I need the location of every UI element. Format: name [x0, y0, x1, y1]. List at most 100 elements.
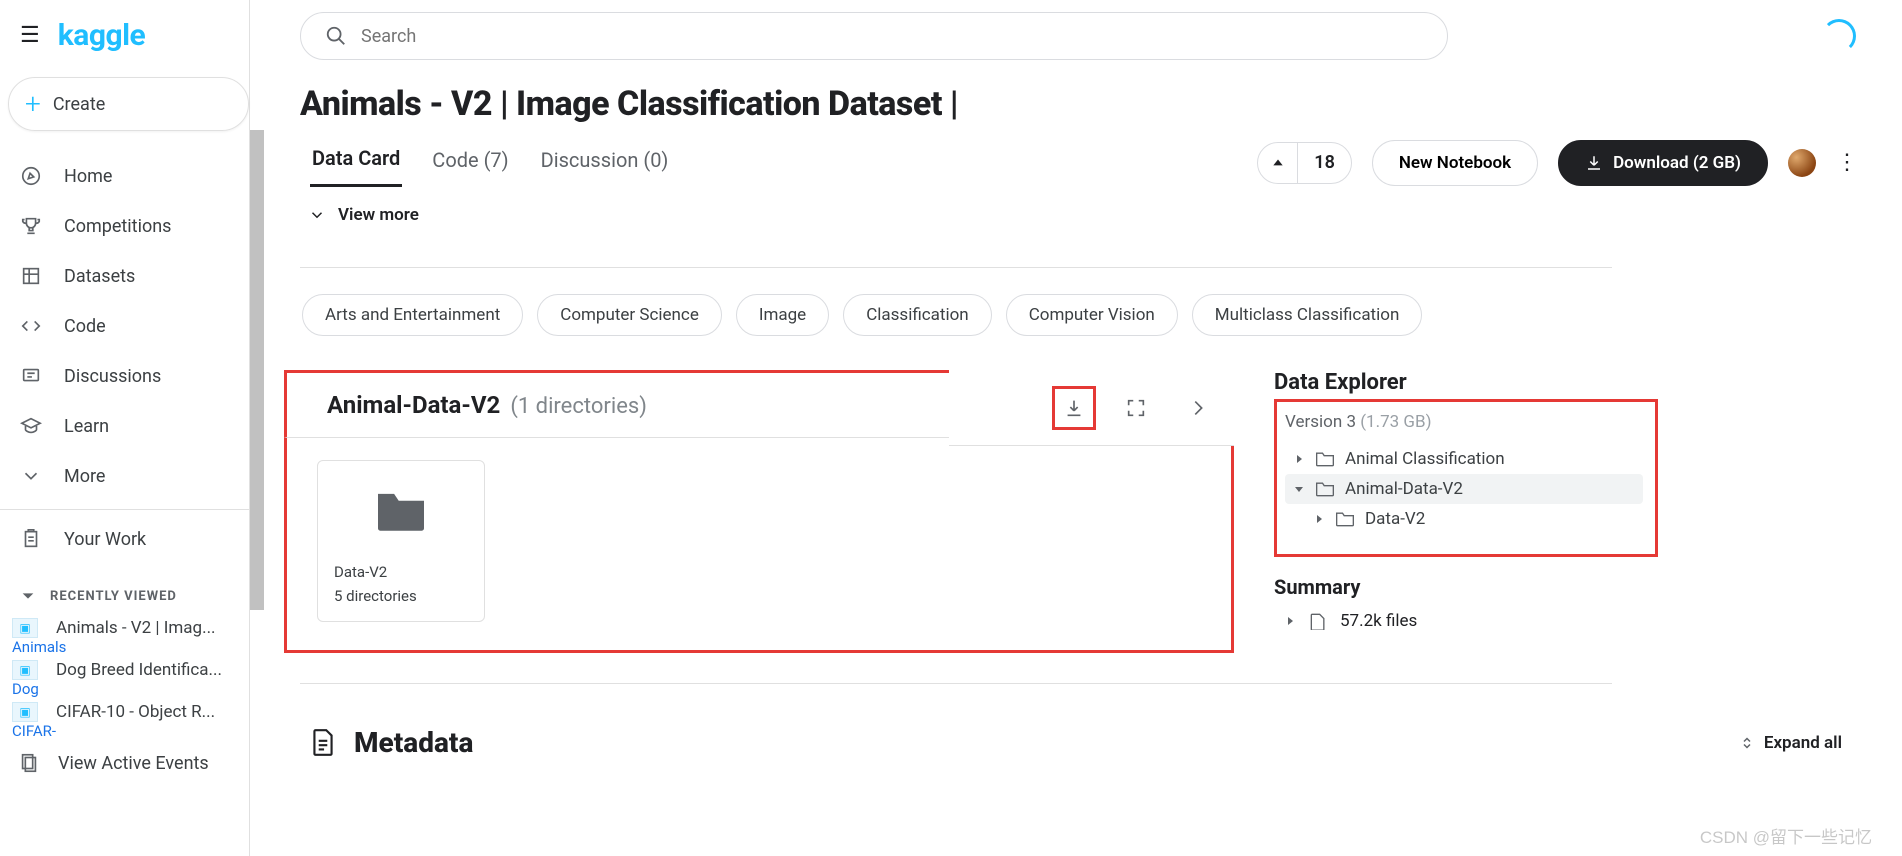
caret-right-icon: [1284, 615, 1296, 627]
folder-icon: [373, 487, 429, 537]
caret-right-icon: [1293, 453, 1305, 465]
tabs-row: Data Card Code (7) Discussion (0) 18 New…: [250, 128, 1902, 187]
create-label: Create: [53, 94, 105, 115]
upvote-button[interactable]: [1258, 143, 1298, 183]
thumbnail-icon: ▣: [12, 618, 38, 638]
tags-row: Arts and Entertainment Computer Science …: [250, 288, 1902, 336]
tag[interactable]: Classification: [843, 294, 991, 336]
document-icon: [310, 728, 336, 758]
data-explorer: Data Explorer Version 3 (1.73 GB) Animal…: [1274, 370, 1866, 653]
caret-down-icon: [1293, 483, 1305, 495]
fullscreen-button[interactable]: [1114, 386, 1158, 430]
topbar: [250, 0, 1902, 72]
tag[interactable]: Image: [736, 294, 829, 336]
download-button[interactable]: Download (2 GB): [1558, 140, 1768, 186]
tree-item[interactable]: Animal Classification: [1285, 444, 1643, 474]
nav-your-work[interactable]: Your Work: [0, 509, 249, 564]
folder-icon: [1315, 450, 1335, 468]
recent-item[interactable]: ▣Animals - V2 | Imag... Animals: [0, 616, 249, 658]
nav-code[interactable]: Code: [0, 301, 249, 351]
caret-up-icon: [1271, 156, 1285, 170]
avatar[interactable]: [1788, 149, 1816, 177]
chevron-right-icon: [1187, 397, 1209, 419]
vote-group: 18: [1257, 142, 1352, 184]
folder-icon: [1335, 510, 1355, 528]
chevron-down-icon: [20, 465, 42, 487]
tab-discussion[interactable]: Discussion (0): [539, 140, 671, 186]
create-button[interactable]: + Create: [8, 77, 249, 131]
search-input[interactable]: [361, 26, 1423, 47]
file-icon: [1308, 612, 1328, 630]
folder-title: Animal-Data-V2: [327, 391, 500, 419]
loading-spinner-icon: [1822, 19, 1856, 53]
watermark: CSDN @留下一些记忆: [1700, 823, 1872, 848]
nav-competitions[interactable]: Competitions: [0, 201, 249, 251]
tab-code[interactable]: Code (7): [430, 140, 510, 186]
more-menu-icon[interactable]: ⋮: [1836, 150, 1856, 175]
compass-icon: [20, 165, 42, 187]
search-icon: [325, 25, 347, 47]
chevron-down-icon: [20, 588, 36, 604]
tab-data-card[interactable]: Data Card: [310, 138, 402, 187]
code-icon: [20, 315, 42, 337]
main: Animals - V2 | Image Classification Data…: [250, 0, 1902, 856]
unfold-icon: [1738, 734, 1756, 752]
vote-count: 18: [1298, 152, 1351, 173]
hamburger-icon[interactable]: ☰: [20, 23, 40, 48]
next-button[interactable]: [1176, 386, 1220, 430]
chat-icon: [20, 365, 42, 387]
recently-viewed-heading: RECENTLY VIEWED: [0, 570, 249, 616]
summary-title: Summary: [1274, 575, 1866, 599]
fullscreen-icon: [1125, 397, 1147, 419]
download-icon: [1063, 397, 1085, 419]
folder-panel: Animal-Data-V2 (1 directories) Data-V2 5…: [284, 370, 1234, 653]
explorer-box: Version 3 (1.73 GB) Animal Classificatio…: [1274, 399, 1658, 557]
new-notebook-button[interactable]: New Notebook: [1372, 140, 1538, 186]
tree-item[interactable]: Data-V2: [1285, 504, 1643, 534]
nav-more[interactable]: More: [0, 451, 249, 501]
view-active-events[interactable]: View Active Events: [0, 742, 249, 774]
trophy-icon: [20, 215, 42, 237]
divider: [300, 267, 1612, 268]
caret-right-icon: [1313, 513, 1325, 525]
logo[interactable]: kaggle: [58, 18, 146, 53]
recent-item[interactable]: ▣CIFAR-10 - Object R... CIFAR-: [0, 700, 249, 742]
tree-item-selected[interactable]: Animal-Data-V2: [1285, 474, 1643, 504]
view-more-button[interactable]: View more: [250, 187, 1902, 235]
expand-all-button[interactable]: Expand all: [1738, 733, 1842, 753]
scrollbar-thumb[interactable]: [250, 130, 264, 610]
folder-subtitle: (1 directories): [510, 394, 647, 419]
tag[interactable]: Arts and Entertainment: [302, 294, 523, 336]
nav-discussions[interactable]: Discussions: [0, 351, 249, 401]
tag[interactable]: Computer Science: [537, 294, 722, 336]
download-folder-button[interactable]: [1052, 386, 1096, 430]
summary-line[interactable]: 57.2k files: [1274, 599, 1866, 631]
nav-datasets[interactable]: Datasets: [0, 251, 249, 301]
folder-icon: [1315, 480, 1335, 498]
table-icon: [20, 265, 42, 287]
recent-item[interactable]: ▣Dog Breed Identifica... Dog: [0, 658, 249, 700]
search-box[interactable]: [300, 12, 1448, 60]
nav-home[interactable]: Home: [0, 151, 249, 201]
learn-icon: [20, 415, 42, 437]
metadata-row: Metadata Expand all: [250, 684, 1902, 759]
explorer-title: Data Explorer: [1274, 370, 1866, 395]
chevron-down-icon: [308, 206, 326, 224]
sidebar: ☰ kaggle + Create Home Competitions Data…: [0, 0, 250, 856]
tag[interactable]: Multiclass Classification: [1192, 294, 1423, 336]
plus-icon: +: [25, 90, 41, 118]
thumbnail-icon: ▣: [12, 660, 38, 680]
folder-name: Data-V2: [334, 563, 468, 581]
clipboard-icon: [18, 752, 40, 774]
download-icon: [1585, 154, 1603, 172]
metadata-title: Metadata: [354, 726, 473, 759]
nav-learn[interactable]: Learn: [0, 401, 249, 451]
thumbnail-icon: ▣: [12, 702, 38, 722]
folder-dir-count: 5 directories: [334, 587, 468, 605]
scrollbar[interactable]: [250, 0, 264, 856]
tree: Animal Classification Animal-Data-V2 Dat…: [1285, 432, 1643, 534]
tag[interactable]: Computer Vision: [1006, 294, 1178, 336]
page-title: Animals - V2 | Image Classification Data…: [250, 72, 1902, 128]
folder-card[interactable]: Data-V2 5 directories: [317, 460, 485, 622]
explorer-version: Version 3 (1.73 GB): [1285, 412, 1643, 432]
